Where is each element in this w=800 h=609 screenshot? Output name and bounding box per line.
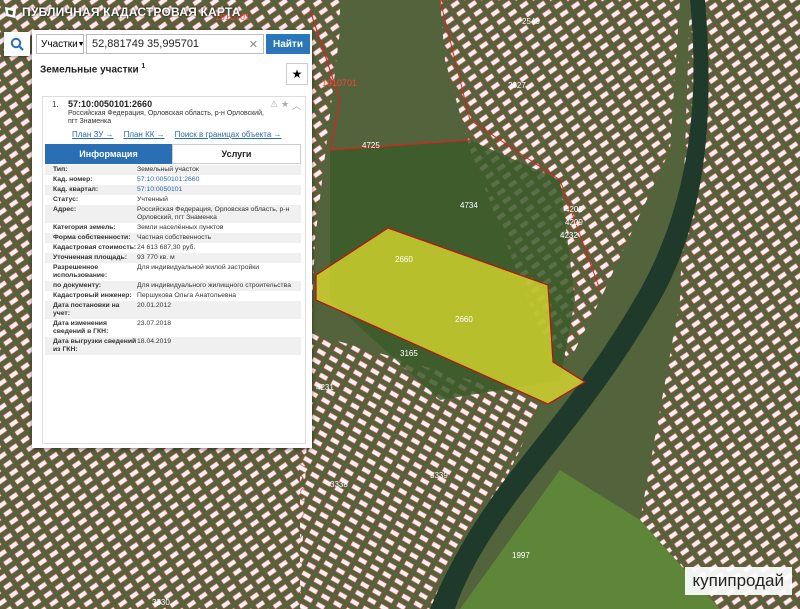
section-title: Земельные участки 1	[40, 63, 145, 75]
row-value: 18.04.2019	[137, 338, 172, 345]
clear-icon[interactable]: ✕	[249, 38, 258, 51]
row-key: Адрес:	[53, 206, 77, 213]
star-icon[interactable]: ★	[281, 99, 289, 112]
row-key: Дата изменения сведений в ГКН:	[53, 320, 109, 335]
app-header: ПУБЛИЧНАЯ КАДАСТРОВАЯ КАРТА	[4, 5, 241, 19]
plan-zu-link[interactable]: План ЗУ →	[72, 130, 114, 139]
app-title: ПУБЛИЧНАЯ КАДАСТРОВАЯ КАРТА	[22, 5, 241, 19]
row-value: Земли населённых пунктов	[137, 224, 224, 231]
table-row: Дата постановки на учет: 20.01.2012	[45, 301, 301, 319]
search-in-bounds-link[interactable]: Поиск в границах объекта →	[175, 130, 282, 139]
table-row: Категория земель: Земли населённых пункто…	[45, 223, 301, 233]
table-row: Форма собственности: Частная собственност…	[45, 233, 301, 243]
card-icons: ⚠ ★ ︿	[270, 99, 301, 112]
row-key: Уточненная площадь:	[53, 254, 127, 261]
section-count: 1	[141, 63, 146, 70]
table-row: по документу: Для индивидуального жилищно…	[45, 281, 301, 291]
table-row: Адрес: Российская Федерация, Орловская об…	[45, 205, 301, 223]
search-query: 52,881749 35,995701	[92, 38, 200, 50]
favorites-button[interactable]: ★	[286, 63, 308, 85]
parcel-links: План ЗУ → План КК → Поиск в границах объ…	[72, 130, 282, 139]
table-row: Дата выгрузки сведений из ГКН: 18.04.2019	[45, 337, 301, 355]
row-key: Кадастровая стоимость:	[53, 244, 137, 251]
row-key: Кад. номер:	[53, 176, 93, 183]
row-value: 24 613 687,30 руб.	[137, 244, 196, 251]
table-row: Кад. квартал: 57:10:0050101	[45, 185, 301, 195]
chevron-up-icon[interactable]: ︿	[292, 99, 301, 112]
star-icon: ★	[291, 67, 303, 81]
map-label: 1997	[512, 551, 530, 560]
row-value: 93 770 кв. м	[137, 254, 175, 261]
row-key: Кадастровый инженер:	[53, 292, 132, 299]
map-label: 2660	[455, 315, 473, 324]
search-type-select[interactable]: Участки ▼	[36, 34, 85, 54]
row-value: 23.07.2018	[137, 320, 172, 327]
row-value[interactable]: 57:10:0050101:2660	[137, 176, 301, 184]
parcel-number[interactable]: 57:10:0050101:2660	[68, 99, 152, 109]
find-button[interactable]: Найти	[266, 34, 310, 54]
row-key: Статус:	[53, 196, 79, 203]
map-label: 4725	[362, 141, 380, 150]
info-table: Тип: Земельный участок Кад. номер: 57:10:00…	[45, 165, 301, 355]
tabs: Информация Услуги	[45, 144, 301, 164]
row-key: по документу:	[53, 282, 102, 289]
map-label: 2827	[508, 81, 526, 90]
parcel-address: Российская Федерация, Орловская область,…	[68, 110, 264, 125]
map-label: 2540	[522, 17, 540, 26]
row-value: Для индивидуальной жилой застройки	[137, 264, 260, 271]
row-value: Частная собственность	[137, 234, 212, 241]
row-key: Тип:	[53, 166, 68, 173]
row-key: Категория земель:	[53, 224, 116, 231]
table-row: Дата изменения сведений в ГКН: 23.07.2018	[45, 319, 301, 337]
map-label: 3339	[430, 471, 448, 480]
parcel-index: 1.	[52, 100, 59, 109]
row-key: Кад. квартал:	[53, 186, 99, 193]
map-label: 1910701	[322, 78, 357, 88]
table-row: Разрешенное использование: Для индивидуал…	[45, 263, 301, 281]
map-label: 4208	[565, 205, 583, 214]
map-label: 3165	[400, 349, 418, 358]
row-value: 20.01.2012	[137, 302, 172, 309]
row-key: Разрешенное использование:	[53, 264, 108, 279]
table-row: Статус: Учтенный	[45, 195, 301, 205]
row-value: Першукова Ольга Анатольевна	[137, 292, 237, 299]
map-label: 4231	[316, 383, 334, 392]
row-value[interactable]: 57:10:0050101	[137, 186, 301, 194]
search-toggle-button[interactable]	[4, 32, 30, 56]
table-row: Тип: Земельный участок	[45, 165, 301, 175]
table-row: Кадастровая стоимость: 24 613 687,30 руб.	[45, 243, 301, 253]
search-input[interactable]: 52,881749 35,995701 ✕	[86, 34, 264, 54]
table-row: Уточненная площадь: 93 770 кв. м	[45, 253, 301, 263]
search-bar: Участки ▼ 52,881749 35,995701 ✕ Найти	[36, 34, 310, 56]
map-label: 4209	[565, 218, 583, 227]
row-key: Форма собственности:	[53, 234, 131, 241]
map-label: 3330	[152, 598, 170, 607]
search-type-label: Участки	[41, 38, 78, 50]
chevron-down-icon: ▼	[77, 40, 85, 48]
row-key: Дата постановки на учет:	[53, 302, 120, 317]
row-value: Учтенный	[137, 196, 168, 203]
map-label: 3338	[330, 480, 348, 489]
row-value: Для индивидуального жилищного строительс…	[137, 282, 291, 289]
row-key: Дата выгрузки сведений из ГКН:	[53, 338, 137, 353]
plan-kk-link[interactable]: План КК →	[124, 130, 165, 139]
warning-icon[interactable]: ⚠	[270, 99, 278, 112]
map-label: 4232	[560, 231, 578, 240]
tab-services[interactable]: Услуги	[172, 144, 301, 164]
tab-information[interactable]: Информация	[45, 144, 172, 164]
table-row: Кадастровый инженер: Першукова Ольга Анат…	[45, 291, 301, 301]
map-label: 2660	[395, 255, 413, 264]
section-title-text: Земельные участки	[40, 64, 139, 76]
table-row: Кад. номер: 57:10:0050101:2660	[45, 175, 301, 185]
map-label: 4734	[460, 201, 478, 210]
map-logo-icon	[5, 6, 16, 18]
watermark-logo: купипродай	[684, 567, 792, 595]
search-icon	[10, 37, 24, 51]
row-value: Земельный участок	[137, 166, 199, 173]
row-value: Российская Федерация, Орловская область,…	[137, 206, 290, 221]
